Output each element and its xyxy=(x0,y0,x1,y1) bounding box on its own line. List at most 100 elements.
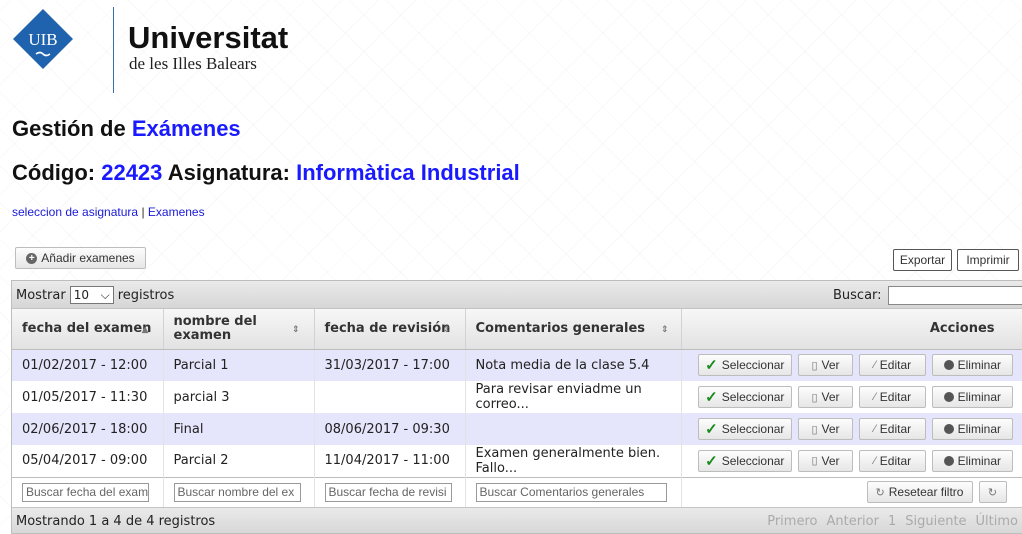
pagination-last[interactable]: Último xyxy=(976,514,1018,529)
table-row: 01/05/2017 - 11:30 parcial 3 Para revisa… xyxy=(12,381,1022,413)
filter-comments-input[interactable]: Buscar Comentarios generales xyxy=(475,482,667,502)
cell-comments: Examen generalmente bien. Fallo... xyxy=(465,445,682,477)
cell-comments: Nota media de la clase 5.4 xyxy=(465,349,682,381)
checkmark-icon: ✓ xyxy=(705,357,718,375)
delete-button[interactable]: Eliminar xyxy=(932,354,1013,377)
filter-exam-date-input[interactable]: Buscar fecha del exam xyxy=(22,482,149,502)
sort-both-icon: ⇕ xyxy=(660,325,669,335)
document-icon: ▯ xyxy=(811,391,818,404)
cell-exam-name: Parcial 1 xyxy=(163,349,315,381)
chevron-down-icon: ⌵ xyxy=(100,287,110,302)
cell-exam-date: 02/06/2017 - 18:00 xyxy=(12,413,164,445)
cell-actions: ✓ Seleccionar ▯ Ver ⁄ Editar Eliminar xyxy=(681,349,1022,381)
records-label: registros xyxy=(117,287,175,303)
sort-both-icon: ⇕ xyxy=(442,325,451,335)
pagination-next[interactable]: Siguiente xyxy=(905,514,966,529)
pagination-previous[interactable]: Anterior xyxy=(826,514,878,529)
view-button[interactable]: ▯ Ver xyxy=(798,354,853,377)
sort-asc-icon: ▲ xyxy=(141,325,149,335)
cell-exam-name: Parcial 2 xyxy=(163,445,315,477)
search-label: Buscar: xyxy=(833,288,882,303)
filter-cell: Buscar Comentarios generales xyxy=(465,476,682,507)
code-value: 22423 xyxy=(101,160,163,185)
view-button[interactable]: ▯ Ver xyxy=(798,449,853,472)
edit-button[interactable]: ⁄ Editar xyxy=(858,354,927,377)
delete-button[interactable]: Eliminar xyxy=(932,386,1013,408)
exams-table-wrapper: Mostrar 10 ⌵ registros Buscar: fecha del… xyxy=(11,280,1022,534)
column-label: Comentarios generales xyxy=(475,320,646,336)
cell-comments xyxy=(465,413,682,445)
select-button[interactable]: ✓ Seleccionar xyxy=(697,354,793,377)
edit-button[interactable]: ⁄ Editar xyxy=(858,449,927,472)
add-exams-button[interactable]: + Añadir examenes xyxy=(15,247,146,269)
select-button[interactable]: ✓ Seleccionar xyxy=(697,386,793,408)
cell-actions: ✓ Seleccionar ▯ Ver ⁄ Editar Eliminar xyxy=(681,381,1022,413)
logo-divider xyxy=(113,7,114,93)
view-button[interactable]: ▯ Ver xyxy=(798,386,853,408)
breadcrumb-subject-selection-link[interactable]: seleccion de asignatura xyxy=(12,205,138,219)
checkmark-icon: ✓ xyxy=(705,389,718,406)
search-input[interactable] xyxy=(887,286,1022,305)
delete-button[interactable]: Eliminar xyxy=(932,449,1013,472)
table-row: 05/04/2017 - 09:00 Parcial 2 11/04/2017 … xyxy=(12,445,1022,477)
pencil-icon: ⁄ xyxy=(873,423,876,435)
edit-button[interactable]: ⁄ Editar xyxy=(858,418,927,440)
delete-button[interactable]: Eliminar xyxy=(932,418,1013,440)
document-icon: ▯ xyxy=(811,455,818,468)
print-button[interactable]: Imprimir xyxy=(957,249,1019,271)
cell-review-date: 11/04/2017 - 11:00 xyxy=(314,445,466,477)
select-button[interactable]: ✓ Seleccionar xyxy=(697,418,793,440)
pagination-page-1[interactable]: 1 xyxy=(888,514,896,529)
cell-exam-name: Final xyxy=(163,413,315,445)
checkmark-icon: ✓ xyxy=(705,452,718,470)
cell-exam-name: parcial 3 xyxy=(163,381,315,413)
subject-heading: Código: 22423 Asignatura: Informàtica In… xyxy=(12,160,520,186)
header-row: fecha del examen ▲ nombre del examen ⇕ f… xyxy=(12,309,1022,350)
minus-circle-icon xyxy=(943,360,954,371)
column-label: Acciones xyxy=(929,320,995,336)
global-search: Buscar: xyxy=(833,286,1022,305)
cell-exam-date: 01/05/2017 - 11:30 xyxy=(12,381,164,413)
column-header-exam-name[interactable]: nombre del examen ⇕ xyxy=(163,309,315,350)
table-row: 02/06/2017 - 18:00 Final 08/06/2017 - 09… xyxy=(12,413,1022,445)
cell-actions: ✓ Seleccionar ▯ Ver ⁄ Editar Eliminar xyxy=(681,413,1022,445)
column-header-actions: Acciones xyxy=(681,309,1022,350)
filter-review-date-input[interactable]: Buscar fecha de revisi xyxy=(324,482,452,502)
select-button[interactable]: ✓ Seleccionar xyxy=(697,449,793,472)
page-length-control: Mostrar 10 ⌵ registros xyxy=(16,286,174,304)
page-length-select[interactable]: 10 ⌵ xyxy=(69,286,114,304)
logo-text: UIB xyxy=(28,30,57,49)
table-row: 01/02/2017 - 12:00 Parcial 1 31/03/2017 … xyxy=(12,349,1022,381)
export-button[interactable]: Exportar xyxy=(893,249,952,271)
pencil-icon: ⁄ xyxy=(873,359,876,372)
document-icon: ▯ xyxy=(811,359,818,372)
filter-cell: Buscar fecha del exam xyxy=(12,476,164,507)
filter-row: Buscar fecha del exam Buscar nombre del … xyxy=(12,476,1022,507)
pagination-first[interactable]: Primero xyxy=(767,514,817,529)
column-label: nombre del examen xyxy=(173,313,257,343)
subject-value: Informàtica Industrial xyxy=(296,160,520,185)
filter-cell: Buscar nombre del ex xyxy=(163,476,315,507)
column-header-review-date[interactable]: fecha de revisión ⇕ xyxy=(314,309,466,350)
refresh-icon: ↻ xyxy=(875,486,885,499)
pencil-icon: ⁄ xyxy=(873,391,876,403)
view-button[interactable]: ▯ Ver xyxy=(798,418,853,440)
minus-circle-icon xyxy=(943,424,954,434)
breadcrumb-exams-link[interactable]: Examenes xyxy=(148,205,205,219)
exams-table: fecha del examen ▲ nombre del examen ⇕ f… xyxy=(12,309,1022,507)
reset-filter-button[interactable]: ↻ Resetear filtro xyxy=(866,481,973,504)
cell-review-date: 08/06/2017 - 09:30 xyxy=(314,413,466,445)
university-name: Universitat xyxy=(128,20,289,55)
column-header-exam-date[interactable]: fecha del examen ▲ xyxy=(12,309,164,350)
cell-review-date: 31/03/2017 - 17:00 xyxy=(314,349,466,381)
filter-cell: ↻ Resetear filtro ↻ xyxy=(681,476,1022,507)
breadcrumb-separator: | xyxy=(141,205,145,219)
title-highlight: Exámenes xyxy=(131,116,241,141)
reload-icon: ↻ xyxy=(987,486,998,499)
filter-exam-name-input[interactable]: Buscar nombre del ex xyxy=(173,482,301,502)
reload-button[interactable]: ↻ xyxy=(978,481,1007,504)
column-header-comments[interactable]: Comentarios generales ⇕ xyxy=(465,309,682,350)
page-length-value: 10 xyxy=(73,288,89,302)
minus-circle-icon xyxy=(943,455,954,466)
edit-button[interactable]: ⁄ Editar xyxy=(858,386,927,408)
